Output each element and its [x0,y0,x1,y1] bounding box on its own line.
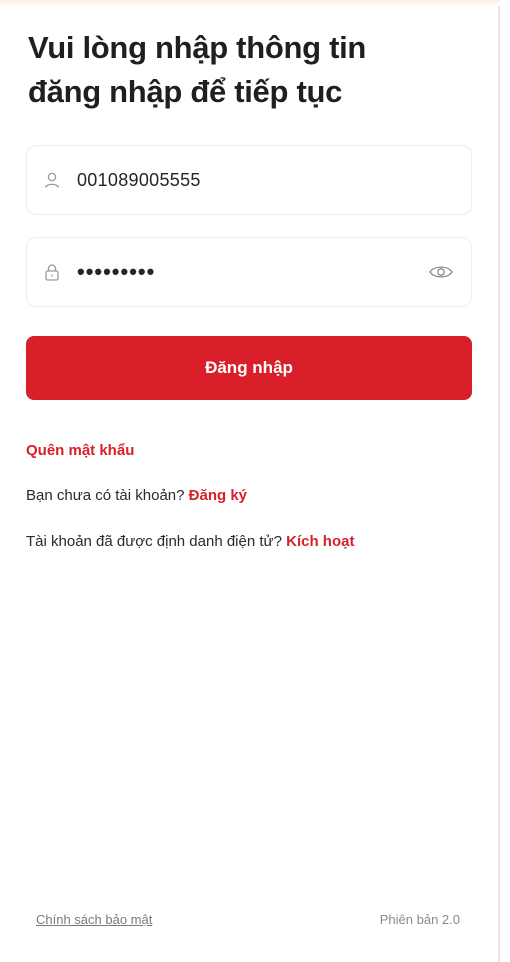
eye-icon[interactable] [429,264,453,280]
register-prompt: Bạn chưa có tài khoản? [26,487,185,504]
activate-prompt: Tài khoản đã được định danh điện tử? [26,533,282,550]
register-row: Bạn chưa có tài khoản? Đăng ký [26,487,247,504]
activate-row: Tài khoản đã được định danh điện tử? Kíc… [26,533,354,550]
lock-icon [45,264,59,281]
login-screen: Vui lòng nhập thông tin đăng nhập để tiế… [0,0,500,962]
password-field[interactable]: ••••••••• [26,237,472,307]
activate-link[interactable]: Kích hoạt [286,533,354,550]
version-label: Phiên bản 2.0 [379,912,460,927]
forgot-password-link[interactable]: Quên mật khẩu [26,442,134,459]
username-field[interactable]: 001089005555 [26,145,472,215]
top-strip [0,0,500,6]
privacy-policy-link[interactable]: Chính sách bảo mật [36,912,152,927]
user-icon [44,172,60,188]
login-button[interactable]: Đăng nhập [26,336,472,400]
username-value[interactable]: 001089005555 [77,170,471,191]
page-title: Vui lòng nhập thông tin đăng nhập để tiế… [28,26,468,114]
page-title-line-1: Vui lòng nhập thông tin [28,30,367,65]
register-link[interactable]: Đăng ký [189,487,247,504]
page-title-line-2: đăng nhập để tiếp tục [28,74,343,109]
password-value[interactable]: ••••••••• [77,259,429,285]
